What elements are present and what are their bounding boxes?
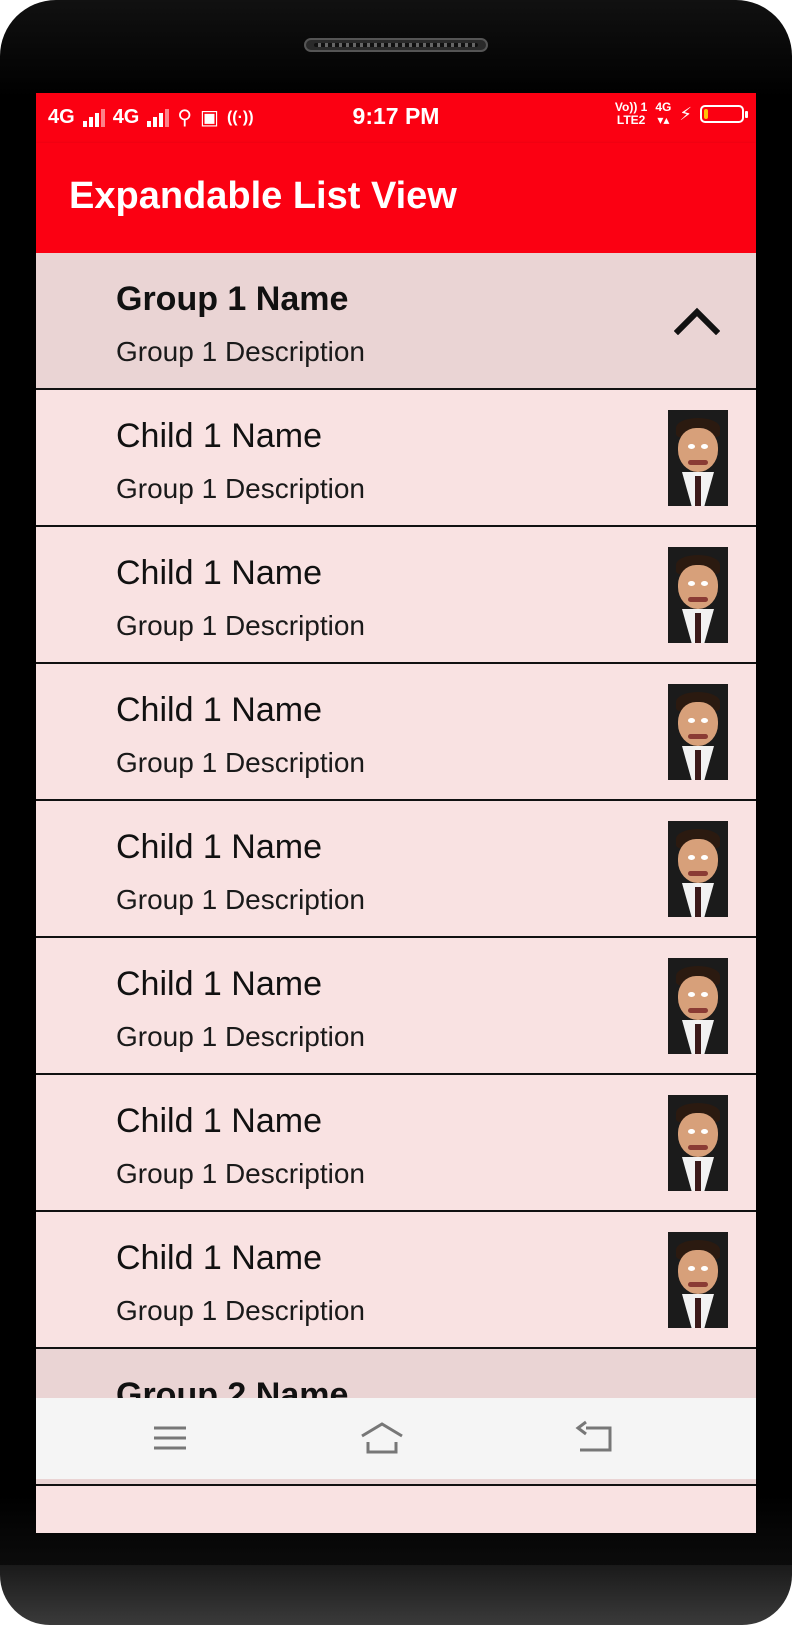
child-description: Group 1 Description	[116, 473, 366, 504]
data-arrows-icon: ▾▴	[657, 113, 670, 127]
app-title: Expandable List View	[69, 175, 457, 217]
child-thumbnail-image	[668, 547, 728, 643]
child-row[interactable]: Child 1 Name Group 1 Description	[36, 664, 756, 801]
child-thumbnail-image	[668, 684, 728, 780]
child-description: Group 1 Description	[116, 1295, 366, 1326]
battery-level-fill	[704, 109, 708, 119]
child-row[interactable]: Child 1 Name Group 1 Description	[36, 938, 756, 1075]
volte-indicator: Vo)) 1 LTE2	[615, 101, 647, 127]
phone-frame-bottom	[0, 1565, 792, 1625]
navigation-bar	[36, 1398, 756, 1479]
child-description: Group 1 Description	[116, 747, 366, 778]
app-bar: Expandable List View	[36, 143, 756, 253]
child-description: Group 1 Description	[116, 1158, 366, 1189]
back-icon[interactable]	[570, 1418, 618, 1458]
child-name: Child 1 Name	[116, 417, 322, 455]
status-bar: 4G 4G ⚲ ▣ ((·)) 9:17 PM Vo)) 1 LTE2 4G ▾…	[36, 93, 756, 143]
child-name: Child 1 Name	[116, 554, 322, 592]
child-name: Child 1 Name	[116, 1239, 322, 1277]
child-row[interactable]: Child 1 Name Group 1 Description	[36, 390, 756, 527]
home-icon[interactable]	[358, 1418, 406, 1458]
child-thumbnail-image	[668, 958, 728, 1054]
group-description: Group 1 Description	[116, 336, 366, 367]
child-row[interactable]: Child 1 Name Group 1 Description	[36, 527, 756, 664]
chevron-up-icon[interactable]	[674, 305, 720, 335]
group-row-1[interactable]: Group 1 Name Group 1 Description	[36, 253, 756, 390]
expandable-list[interactable]: Group 1 Name Group 1 Description Child 1…	[36, 253, 756, 1486]
children-container: Child 1 Name Group 1 Description Child 1 N…	[36, 390, 756, 1349]
child-name: Child 1 Name	[116, 828, 322, 866]
battery-icon	[700, 105, 748, 123]
child-description: Group 1 Description	[116, 1021, 366, 1052]
child-name: Child 1 Name	[116, 1102, 322, 1140]
child-thumbnail-image	[668, 1095, 728, 1191]
data-indicator: 4G ▾▴	[655, 101, 671, 127]
child-row[interactable]: Child 1 Name Group 1 Description	[36, 1212, 756, 1349]
child-name: Child 1 Name	[116, 965, 322, 1003]
child-description: Group 1 Description	[116, 610, 366, 641]
child-row[interactable]: Child 1 Name Group 1 Description	[36, 801, 756, 938]
menu-icon[interactable]	[146, 1418, 194, 1458]
child-thumbnail-image	[668, 1232, 728, 1328]
volte-bottom: LTE2	[616, 113, 646, 127]
earpiece-speaker	[304, 38, 488, 52]
child-thumbnail-image	[668, 410, 728, 506]
child-description: Group 1 Description	[116, 884, 366, 915]
status-right: Vo)) 1 LTE2 4G ▾▴ ⚡	[615, 101, 748, 127]
child-name: Child 1 Name	[116, 691, 322, 729]
charging-icon: ⚡	[679, 103, 692, 124]
phone-screen: 4G 4G ⚲ ▣ ((·)) 9:17 PM Vo)) 1 LTE2 4G ▾…	[36, 93, 756, 1533]
group-name: Group 1 Name	[116, 280, 349, 318]
child-row[interactable]: Child 1 Name Group 1 Description	[36, 1075, 756, 1212]
child-thumbnail-image	[668, 821, 728, 917]
